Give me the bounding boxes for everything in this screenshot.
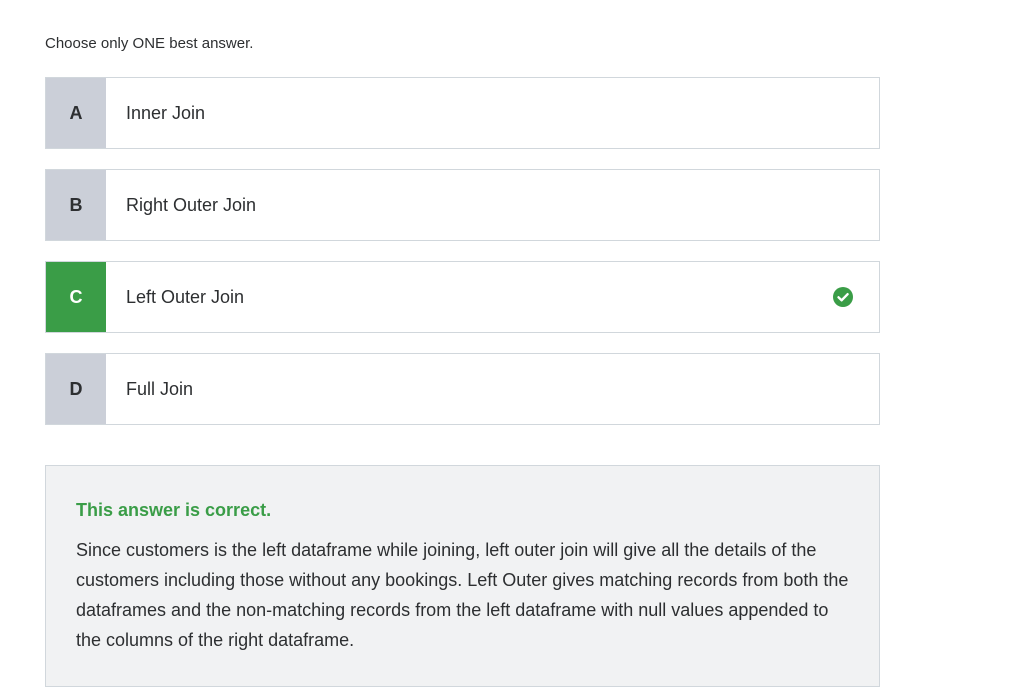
option-label: Right Outer Join — [126, 194, 257, 215]
option-letter: B — [46, 170, 106, 240]
answer-options: A Inner Join B Right Outer Join C Left O… — [45, 77, 880, 445]
option-letter: D — [46, 354, 106, 424]
option-label: Left Outer Join — [126, 286, 245, 307]
feedback-panel: This answer is correct. Since customers … — [45, 465, 880, 687]
check-circle-icon — [832, 286, 854, 308]
option-label: Inner Join — [126, 102, 206, 123]
question-instruction: Choose only ONE best answer. — [45, 35, 254, 52]
option-label: Full Join — [126, 378, 194, 399]
option-d[interactable]: D Full Join — [45, 353, 880, 425]
option-c[interactable]: C Left Outer Join — [45, 261, 880, 333]
feedback-explanation: Since customers is the left dataframe wh… — [76, 540, 849, 650]
feedback-title: This answer is correct. — [76, 500, 272, 520]
option-letter: A — [46, 78, 106, 148]
option-a[interactable]: A Inner Join — [45, 77, 880, 149]
option-letter: C — [46, 262, 106, 332]
option-b[interactable]: B Right Outer Join — [45, 169, 880, 241]
